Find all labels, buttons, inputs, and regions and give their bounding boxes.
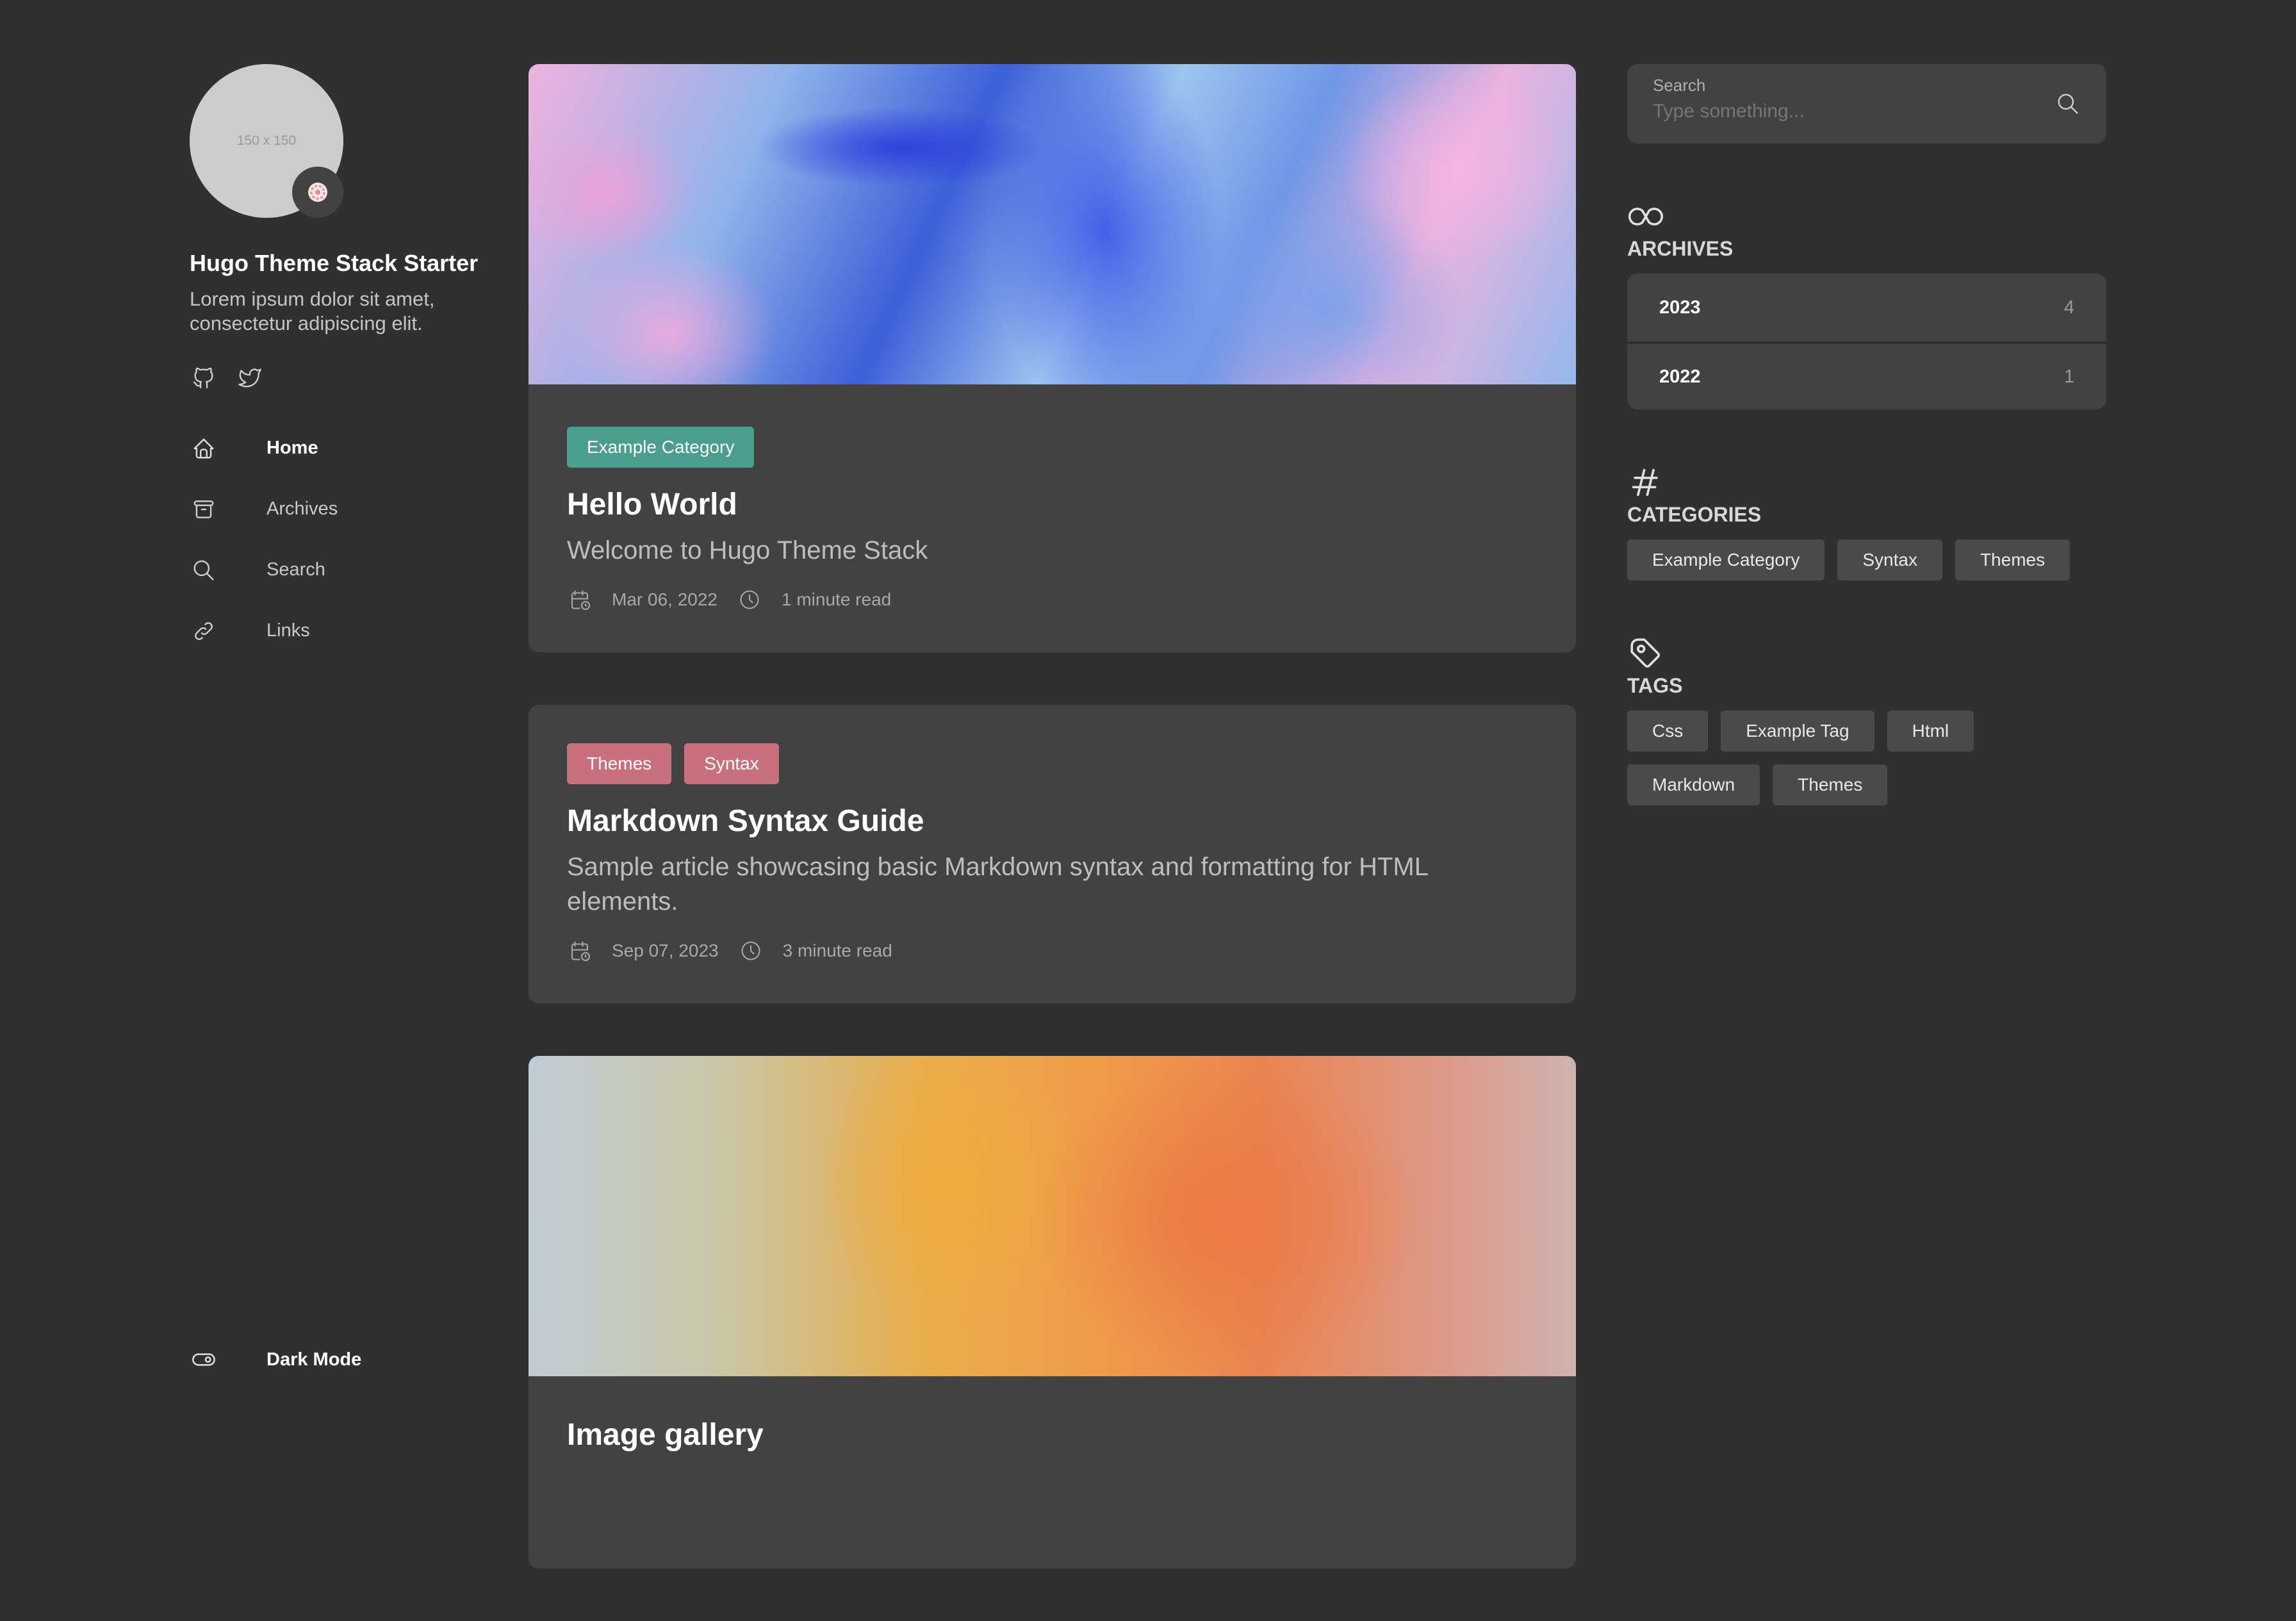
tag-chip[interactable]: Themes [1773,764,1888,805]
categories-title: CATEGORIES [1627,503,1762,526]
archives-title: ARCHIVES [1627,237,1734,260]
article-details: Themes Syntax Markdown Syntax Guide Samp… [529,705,1576,1003]
hash-icon [1627,463,1666,502]
article-read-time: 1 minute read [782,589,892,609]
search-input[interactable] [1653,101,2037,122]
menu-item-search[interactable]: Search [190,539,484,600]
infinity-icon [1627,197,1666,236]
article-title[interactable]: Image gallery [567,1415,1538,1456]
menu-item-archives[interactable]: Archives [190,479,484,539]
article-read-time: 3 minute read [782,941,892,960]
article-subtitle: Welcome to Hugo Theme Stack [567,536,928,564]
article-subtitle: Sample article showcasing basic Markdown… [567,853,1428,916]
category-chip[interactable]: Themes [1955,539,2070,580]
home-icon [190,434,218,463]
tag-chip[interactable]: Markdown [1627,764,1760,805]
tag-chip[interactable]: Css [1627,711,1709,752]
archive-count: 1 [2063,366,2074,387]
dark-mode-label: Dark Mode [266,1349,362,1370]
clock-icon [738,938,764,964]
article-details: Example Category Hello World Welcome to … [529,384,1576,652]
menu-item-links[interactable]: Links [190,600,484,661]
category-badge[interactable]: Syntax [684,743,779,784]
category-chip[interactable]: Example Category [1627,539,1825,580]
tag-icon [1627,634,1666,673]
article-date: Mar 06, 2022 [612,589,718,609]
category-badge[interactable]: Themes [567,743,672,784]
site-description: Lorem ipsum dolor sit amet, consectetur … [190,288,435,334]
article-date: Sep 07, 2023 [612,941,719,960]
emoji-icon [308,183,327,202]
archive-icon [190,495,218,523]
article-card[interactable]: Image gallery [529,1056,1576,1568]
main-menu: Home Archives Search Links [190,418,484,661]
archive-item[interactable]: 2022 1 [1627,341,2106,409]
menu-item-label: Archives [266,498,338,519]
toggle-icon [190,1345,218,1374]
menu-item-home[interactable]: Home [190,418,484,479]
archive-item[interactable]: 2023 4 [1627,274,2106,341]
archives-widget: ARCHIVES 2023 4 2022 1 [1627,197,2106,409]
category-badge[interactable]: Example Category [567,427,755,468]
search-icon [190,556,218,584]
avatar-container: 150 x 150 [190,64,343,218]
categories-widget: CATEGORIES Example Category Syntax Theme… [1627,463,2106,580]
article-title[interactable]: Hello World [567,484,1538,525]
menu-item-label: Home [266,438,318,458]
search-label: Search [1653,76,1706,95]
article-details: Image gallery [529,1376,1576,1495]
calendar-icon [567,587,593,613]
dark-mode-toggle[interactable]: Dark Mode [190,1345,361,1374]
categories-list: Example Category Syntax Themes [1627,539,2106,580]
tag-chip[interactable]: Example Tag [1721,711,1874,752]
left-sidebar: 150 x 150 Hugo Theme Stack Starter Lorem… [190,64,484,1435]
article-card[interactable]: Themes Syntax Markdown Syntax Guide Samp… [529,705,1576,1003]
tags-title: TAGS [1627,674,1683,697]
article-image[interactable] [529,64,1576,384]
article-title[interactable]: Markdown Syntax Guide [567,801,1538,842]
article-image[interactable] [529,1056,1576,1376]
article-list: Example Category Hello World Welcome to … [529,64,1576,1621]
tag-chip[interactable]: Html [1887,711,1974,752]
archive-year: 2022 [1659,366,1701,387]
archives-list: 2023 4 2022 1 [1627,274,2106,409]
article-categories: Themes Syntax [567,743,1538,784]
menu-item-label: Links [266,620,310,641]
tags-list: Css Example Tag Html Markdown Themes [1627,711,2106,805]
menu-item-label: Search [266,559,325,580]
calendar-icon [567,938,593,964]
clock-icon [737,587,762,613]
site-name[interactable]: Hugo Theme Stack Starter [190,250,484,277]
github-icon[interactable] [190,364,218,392]
archive-count: 4 [2063,297,2074,318]
right-sidebar: Search ARCHIVES 2023 4 2022 1 [1627,64,2106,805]
avatar-placeholder-text: 150 x 150 [236,133,297,148]
search-icon[interactable] [2054,90,2082,118]
tags-widget: TAGS Css Example Tag Html Markdown Theme… [1627,634,2106,805]
article-meta: Mar 06, 2022 1 minute read [567,587,1538,613]
social-links [190,364,484,392]
category-chip[interactable]: Syntax [1837,539,1942,580]
search-form: Search [1627,64,2106,144]
article-categories: Example Category [567,427,1538,468]
archive-year: 2023 [1659,297,1701,318]
link-icon [190,617,218,645]
emoji-badge [292,167,343,218]
article-meta: Sep 07, 2023 3 minute read [567,938,1538,964]
twitter-icon[interactable] [236,364,264,392]
article-card[interactable]: Example Category Hello World Welcome to … [529,64,1576,652]
